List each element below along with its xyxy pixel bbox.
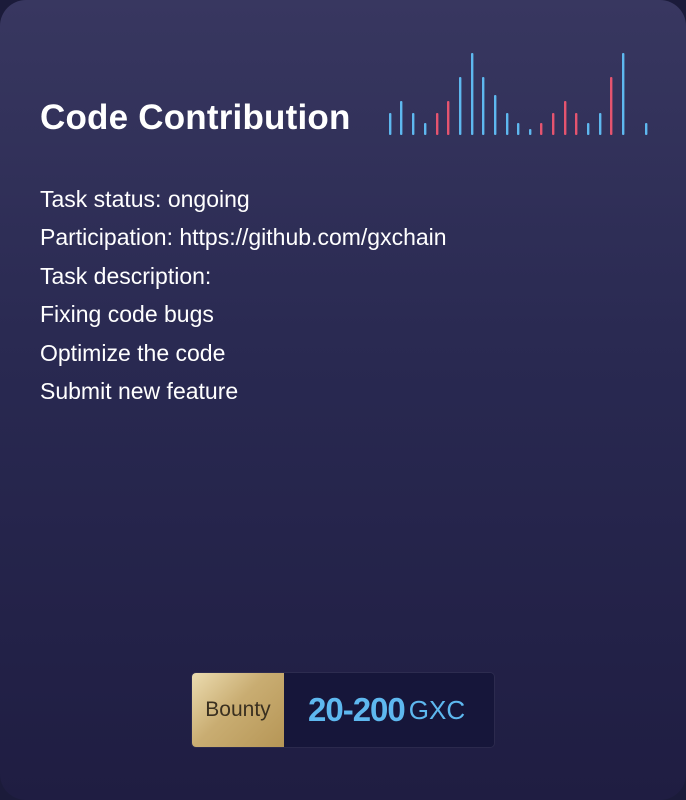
equalizer-bar — [529, 129, 532, 135]
task-description-label: Task description: — [40, 262, 212, 289]
equalizer-bars-icon — [389, 53, 648, 135]
participation-link[interactable]: Participation: https://github.com/gxchai… — [40, 218, 660, 256]
equalizer-bar — [447, 101, 450, 135]
bounty-unit: GXC — [408, 694, 466, 725]
task-status: Task status: ongoing — [40, 186, 250, 212]
task-card: Code Contribution Task status: ongoing P… — [0, 0, 686, 800]
card-title: Code Contribution — [40, 98, 351, 137]
bounty-badge: Bounty 20-200 GXC — [192, 673, 494, 747]
equalizer-bar — [622, 53, 625, 135]
equalizer-bar — [389, 113, 392, 135]
equalizer-bar — [575, 113, 578, 135]
equalizer-bar — [517, 123, 520, 135]
equalizer-bar — [587, 123, 590, 135]
equalizer-bar — [610, 77, 613, 135]
equalizer-bar — [645, 123, 648, 135]
equalizer-bar — [540, 123, 543, 135]
task-item: Submit new feature — [40, 377, 239, 404]
equalizer-bar — [564, 101, 567, 135]
equalizer-bar — [436, 113, 439, 135]
equalizer-bar — [494, 95, 497, 135]
task-item: Optimize the code — [40, 339, 226, 366]
bounty-value: 20-200 GXC — [284, 673, 494, 747]
equalizer-bar — [412, 113, 415, 135]
equalizer-bar — [400, 101, 403, 135]
equalizer-bar — [552, 113, 555, 135]
equalizer-bar — [459, 77, 462, 135]
equalizer-bar — [506, 113, 509, 135]
bounty-label: Bounty — [192, 673, 284, 747]
equalizer-bar — [482, 77, 485, 135]
equalizer-bar — [424, 123, 427, 135]
equalizer-bar — [599, 113, 602, 135]
task-item: Fixing code bugs — [40, 301, 214, 328]
equalizer-bar — [471, 53, 474, 135]
bounty-amount: 20-200 — [308, 691, 406, 728]
task-details: Task status: ongoing Participation: http… — [40, 180, 660, 410]
